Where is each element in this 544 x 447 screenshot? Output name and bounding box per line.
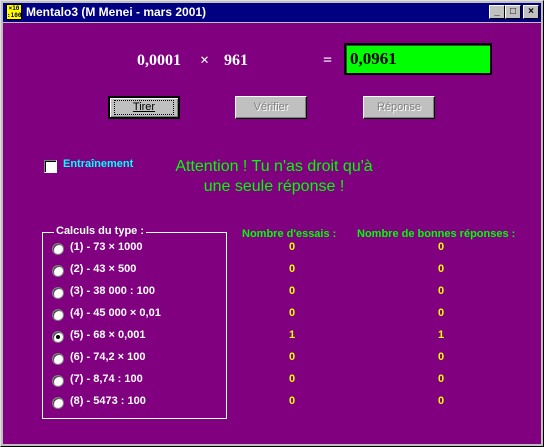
calc-type-group bbox=[42, 232, 227, 419]
radio-label-1[interactable]: (1) - 73 × 1000 bbox=[70, 241, 142, 253]
bonnes-value-1: 0 bbox=[437, 241, 445, 253]
radio-label-4[interactable]: (4) - 45 000 × 0,01 bbox=[70, 307, 161, 319]
radio-option-8[interactable] bbox=[52, 397, 64, 409]
operand-1: 0,0001 bbox=[137, 52, 181, 69]
attention-line-2: une seule réponse ! bbox=[203, 178, 345, 195]
radio-option-3[interactable] bbox=[52, 287, 64, 299]
bonnes-value-6: 0 bbox=[437, 351, 445, 363]
reponse-button-label: Réponse bbox=[376, 101, 422, 113]
equals-sign: = bbox=[323, 52, 333, 69]
radio-option-5[interactable] bbox=[52, 331, 64, 343]
bonnes-value-8: 0 bbox=[437, 395, 445, 407]
radio-option-7[interactable] bbox=[52, 375, 64, 387]
minimize-button[interactable]: _ bbox=[489, 5, 505, 19]
result-field[interactable]: 0,0961 bbox=[344, 43, 492, 75]
bonnes-value-3: 0 bbox=[437, 285, 445, 297]
app-window: ×10 :100 Mentalo3 (M Menei - mars 2001) … bbox=[0, 0, 544, 447]
radio-option-4[interactable] bbox=[52, 309, 64, 321]
radio-option-6[interactable] bbox=[52, 353, 64, 365]
essais-header: Nombre d'essais : bbox=[242, 228, 337, 240]
verifier-button-label: Vérifier bbox=[253, 101, 289, 113]
operator: × bbox=[200, 52, 210, 69]
bonnes-value-4: 0 bbox=[437, 307, 445, 319]
radio-label-8[interactable]: (8) - 5473 : 100 bbox=[70, 395, 146, 407]
radio-selected-dot bbox=[56, 335, 60, 339]
bonnes-value-5: 1 bbox=[437, 329, 445, 341]
client-area: 0,0001 × 961 = 0,0961 Tirer Vérifier Rép… bbox=[3, 23, 541, 444]
radio-option-1[interactable] bbox=[52, 243, 64, 255]
essais-value-1: 0 bbox=[288, 241, 296, 253]
verifier-button[interactable]: Vérifier bbox=[235, 96, 307, 119]
essais-value-8: 0 bbox=[288, 395, 296, 407]
bonnes-reponses-header: Nombre de bonnes réponses : bbox=[357, 228, 516, 240]
radio-label-5[interactable]: (5) - 68 × 0,001 bbox=[70, 329, 146, 341]
tirer-button[interactable]: Tirer bbox=[108, 96, 180, 119]
radio-label-7[interactable]: (7) - 8,74 : 100 bbox=[70, 373, 143, 385]
entrainement-checkbox[interactable] bbox=[44, 160, 57, 173]
essais-value-3: 0 bbox=[288, 285, 296, 297]
reponse-button[interactable]: Réponse bbox=[363, 96, 435, 119]
essais-value-2: 0 bbox=[288, 263, 296, 275]
window-title: Mentalo3 (M Menei - mars 2001) bbox=[26, 5, 207, 19]
radio-option-2[interactable] bbox=[52, 265, 64, 277]
attention-line-1: Attention ! Tu n'as droit qu'à bbox=[175, 158, 373, 175]
essais-value-6: 0 bbox=[288, 351, 296, 363]
radio-label-3[interactable]: (3) - 38 000 : 100 bbox=[70, 285, 155, 297]
close-button[interactable]: × bbox=[523, 5, 539, 19]
radio-label-2[interactable]: (2) - 43 × 500 bbox=[70, 263, 136, 275]
entrainement-label[interactable]: Entraînement bbox=[63, 158, 133, 170]
essais-value-5: 1 bbox=[288, 329, 296, 341]
essais-value-4: 0 bbox=[288, 307, 296, 319]
maximize-button[interactable]: □ bbox=[505, 5, 521, 19]
app-icon[interactable]: ×10 :100 bbox=[6, 4, 22, 20]
bonnes-value-7: 0 bbox=[437, 373, 445, 385]
radio-label-6[interactable]: (6) - 74,2 × 100 bbox=[70, 351, 146, 363]
essais-value-7: 0 bbox=[288, 373, 296, 385]
operand-2: 961 bbox=[224, 52, 248, 69]
bonnes-value-2: 0 bbox=[437, 263, 445, 275]
attention-message: Attention ! Tu n'as droit qu'à une seule… bbox=[149, 157, 399, 197]
calc-type-group-title: Calculs du type : bbox=[54, 225, 147, 237]
tirer-button-label: Tirer bbox=[113, 100, 175, 115]
title-bar[interactable]: ×10 :100 Mentalo3 (M Menei - mars 2001) … bbox=[3, 3, 541, 22]
